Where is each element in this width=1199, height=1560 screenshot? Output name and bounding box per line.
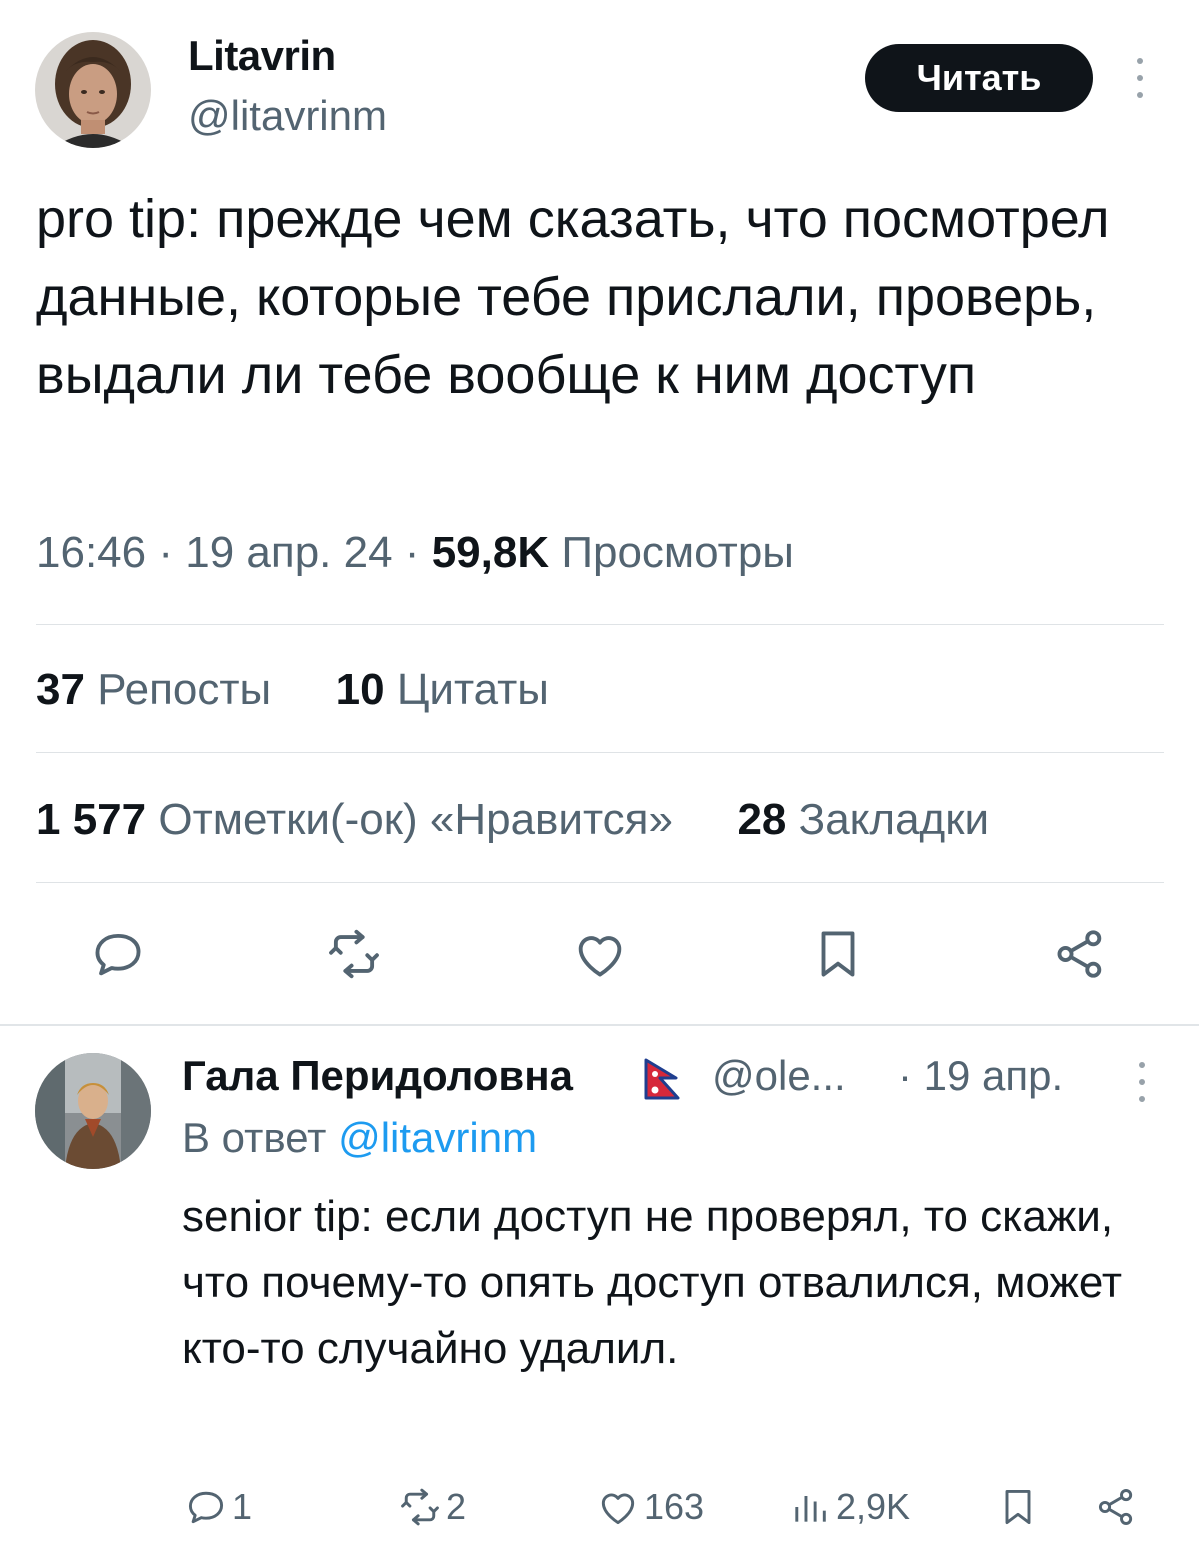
bookmarks-label: Закладки <box>798 795 990 844</box>
like-icon <box>601 1493 635 1525</box>
views-count: 59,8K <box>431 528 550 577</box>
quotes-label: Цитаты <box>396 665 549 714</box>
more-options-icon[interactable] <box>1128 58 1152 98</box>
in-reply-to: В ответ @litavrinm <box>182 1114 537 1162</box>
repost-icon <box>401 1488 439 1526</box>
tweet-text: pro tip: прежде чем сказать, что посмотр… <box>36 189 1110 405</box>
reply-text: senior tip: если доступ не проверял, то … <box>182 1192 1123 1373</box>
reply-repost-button[interactable]: 2 <box>398 1482 466 1532</box>
bookmark-icon[interactable] <box>806 922 870 986</box>
reply-share-button[interactable] <box>1094 1482 1138 1532</box>
bookmarks-count: 28 <box>737 795 787 844</box>
reply-author-avatar[interactable] <box>35 1053 151 1169</box>
quotes-link[interactable]: 10 Цитаты <box>336 665 549 714</box>
reply-date[interactable]: · 19 апр. <box>898 1052 1063 1100</box>
views-icon <box>795 1496 826 1522</box>
likes-link[interactable]: 1 577 Отметки(-ок) «Нравится» <box>36 795 685 844</box>
reply-author-handle[interactable]: @ole... <box>712 1052 846 1100</box>
repost-icon[interactable] <box>322 922 386 986</box>
reply-count: 1 <box>232 1486 253 1527</box>
reply-icon <box>188 1491 224 1524</box>
tweet-meta: 16:46 · 19 апр. 24 · 59,8K Просмотры <box>36 528 794 577</box>
tweet-time[interactable]: 16:46 <box>36 528 146 577</box>
like-count: 163 <box>644 1486 705 1527</box>
tweet-date[interactable]: 19 апр. 24 <box>185 528 392 577</box>
repost-stats: 37 Репосты 10 Цитаты <box>36 665 549 715</box>
reply-bookmark-button[interactable] <box>996 1482 1040 1532</box>
like-stats: 1 577 Отметки(-ок) «Нравится» 28 Закладк… <box>36 795 989 845</box>
reply-author-name[interactable]: Гала Перидоловна <box>182 1052 573 1100</box>
reply-like-button[interactable]: 163 <box>596 1482 704 1532</box>
in-reply-prefix: В ответ <box>182 1114 327 1161</box>
more-options-icon[interactable] <box>1130 1062 1154 1102</box>
bookmarks-link[interactable]: 28 Закладки <box>737 795 989 844</box>
reposts-count: 37 <box>36 665 85 714</box>
like-icon[interactable] <box>568 922 632 986</box>
likes-label: Отметки(-ок) «Нравится» <box>158 795 673 844</box>
follow-button[interactable]: Читать <box>865 44 1093 112</box>
reply-reply-button[interactable]: 1 <box>184 1482 252 1532</box>
author-handle[interactable]: @litavrinm <box>188 92 387 140</box>
section-divider <box>0 1024 1199 1026</box>
reposts-label: Репосты <box>97 665 272 714</box>
divider <box>36 624 1164 625</box>
in-reply-handle-link[interactable]: @litavrinm <box>338 1114 537 1161</box>
views-count: 2,9K <box>836 1486 911 1527</box>
reply-icon[interactable] <box>86 922 150 986</box>
bookmark-icon <box>1005 1489 1031 1525</box>
nepal-flag-icon <box>640 1056 686 1102</box>
divider <box>36 752 1164 753</box>
likes-count: 1 577 <box>36 795 147 844</box>
repost-count: 2 <box>446 1486 467 1527</box>
quotes-count: 10 <box>335 665 385 714</box>
author-name[interactable]: Litavrin <box>188 32 336 80</box>
share-icon <box>1098 1489 1133 1525</box>
divider <box>36 882 1164 883</box>
views-label: Просмотры <box>561 528 794 577</box>
reposts-link[interactable]: 37 Репосты <box>36 665 283 714</box>
author-avatar[interactable] <box>35 32 151 148</box>
share-icon[interactable] <box>1048 922 1112 986</box>
reply-views-button[interactable]: 2,9K <box>788 1482 910 1532</box>
